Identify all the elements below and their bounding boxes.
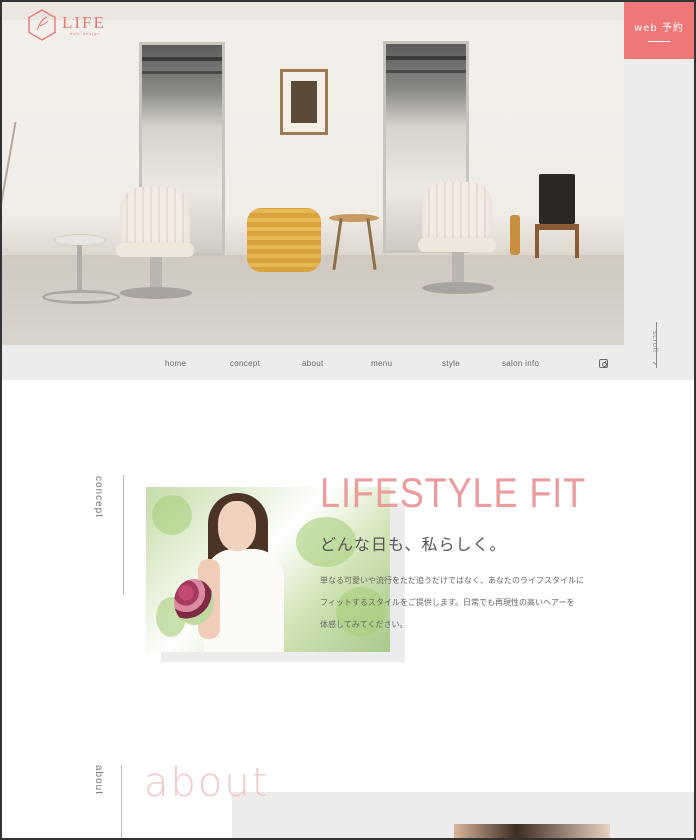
hero-pouf (247, 208, 321, 272)
scroll-label: scroll (651, 331, 659, 353)
nav-item-salon-info[interactable]: salon info (502, 359, 539, 368)
concept-body-line: フィットするスタイルをご提供します。日常でも再現性の高いヘアーを (320, 598, 575, 607)
nav-item-concept[interactable]: concept (230, 359, 260, 368)
hero-wood-stool (535, 224, 579, 258)
web-reservation-button[interactable]: web 予約 (624, 2, 694, 59)
instagram-icon[interactable] (599, 359, 608, 368)
nav-item-about[interactable]: about (302, 359, 324, 368)
bouquet (174, 579, 214, 625)
hero-stool-post (77, 245, 82, 293)
hero-candle (510, 215, 520, 255)
hero-branches (2, 122, 55, 242)
about-divider (121, 765, 122, 838)
hero-stool-base (42, 290, 120, 304)
about-section-label: about (93, 765, 104, 796)
brand-name: LIFE (62, 13, 106, 32)
web-reservation-underline (648, 41, 670, 42)
scroll-indicator[interactable]: scroll (650, 322, 662, 370)
hero-wall-frame (280, 69, 328, 135)
concept-body: 単なる可愛いや流行をただ追うだけではなく、あなたのライフスタイルに フィットする… (320, 570, 600, 636)
hero-image (2, 2, 624, 345)
hero-speaker (539, 174, 575, 224)
main-nav: home concept about menu style salon info (2, 345, 624, 380)
about-title: about (144, 760, 270, 806)
concept-body-line: 体感してみてください。 (320, 620, 408, 629)
concept-body-line: 単なる可愛いや流行をただ追うだけではなく、あなたのライフスタイルに (320, 576, 584, 585)
nav-item-home[interactable]: home (165, 359, 186, 368)
hero-side-table (329, 214, 379, 222)
concept-subheadline: どんな日も、私らしく。 (320, 535, 507, 554)
concept-headline: LIFESTYLE FIT (320, 469, 587, 516)
concept-section-label: concept (93, 476, 104, 519)
nav-item-style[interactable]: style (442, 359, 460, 368)
concept-divider (123, 475, 124, 595)
hexagon-logo-icon (28, 9, 56, 41)
about-photo (454, 824, 610, 840)
woman-face (218, 501, 256, 551)
brand-logo[interactable]: LIFE hair design (26, 8, 106, 42)
nav-item-menu[interactable]: menu (371, 359, 392, 368)
web-reservation-label: web 予約 (634, 23, 684, 34)
